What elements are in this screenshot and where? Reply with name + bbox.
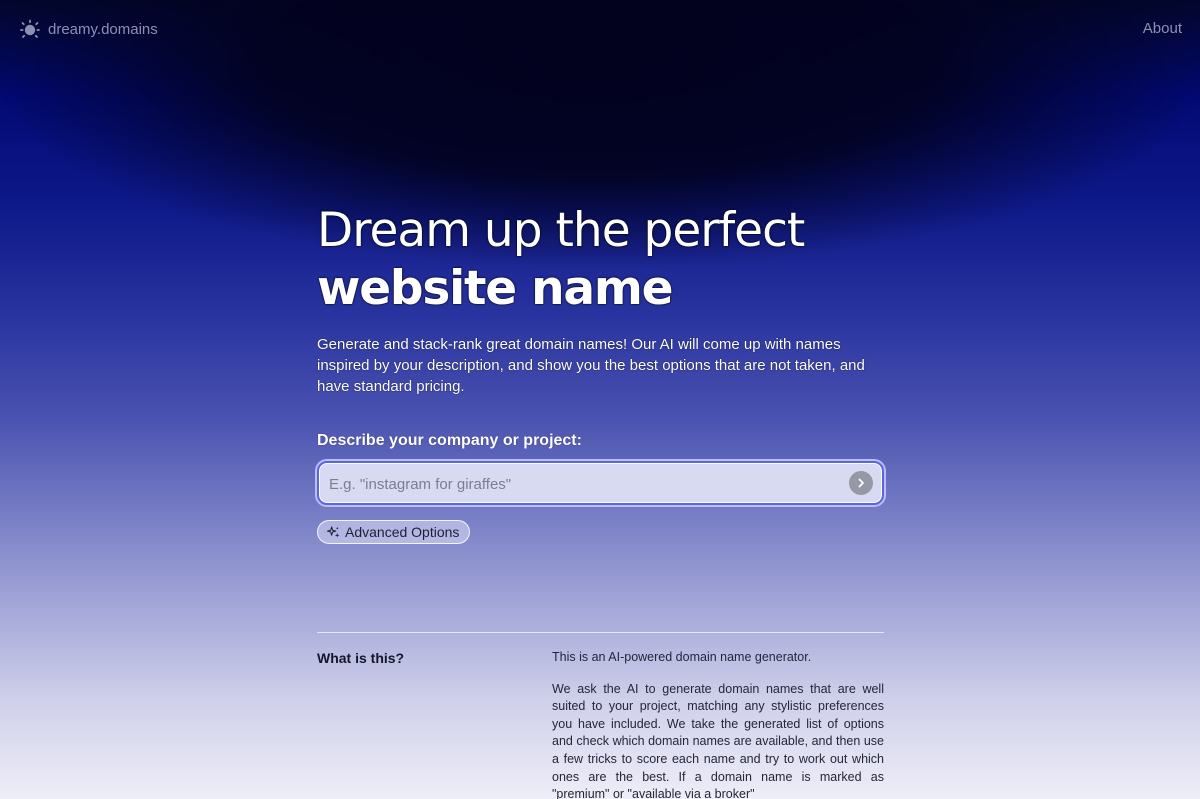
sparkles-icon bbox=[327, 525, 340, 538]
top-bar: dreamy.domains About bbox=[0, 0, 1200, 58]
submit-button[interactable] bbox=[849, 471, 873, 495]
section-divider bbox=[317, 632, 884, 633]
faq-answer-paragraph: This is an AI-powered domain name genera… bbox=[552, 650, 812, 664]
search-box bbox=[317, 461, 884, 505]
chevron-right-icon bbox=[858, 478, 864, 488]
describe-label: Describe your company or project: bbox=[317, 432, 582, 449]
faq-answer-paragraph: We ask the AI to generate domain names t… bbox=[552, 681, 884, 799]
advanced-options-label: Advanced Options bbox=[345, 524, 460, 540]
faq-answer: This is an AI-powered domain name genera… bbox=[552, 649, 884, 799]
hero-intro: Generate and stack-rank great domain nam… bbox=[317, 336, 865, 395]
about-link[interactable]: About bbox=[1143, 20, 1182, 37]
project-description-input[interactable] bbox=[327, 463, 851, 505]
hero: Dream up the perfect website name Genera… bbox=[317, 202, 884, 412]
sun-icon bbox=[20, 19, 40, 39]
hero-title-line1: Dream up the perfect bbox=[317, 203, 805, 258]
hero-title-line2: website name bbox=[317, 261, 674, 316]
advanced-options-button[interactable]: Advanced Options bbox=[317, 520, 471, 544]
brand-name: dreamy.domains bbox=[48, 20, 158, 38]
faq-question: What is this? bbox=[317, 650, 405, 666]
brand-link[interactable]: dreamy.domains bbox=[20, 19, 158, 39]
